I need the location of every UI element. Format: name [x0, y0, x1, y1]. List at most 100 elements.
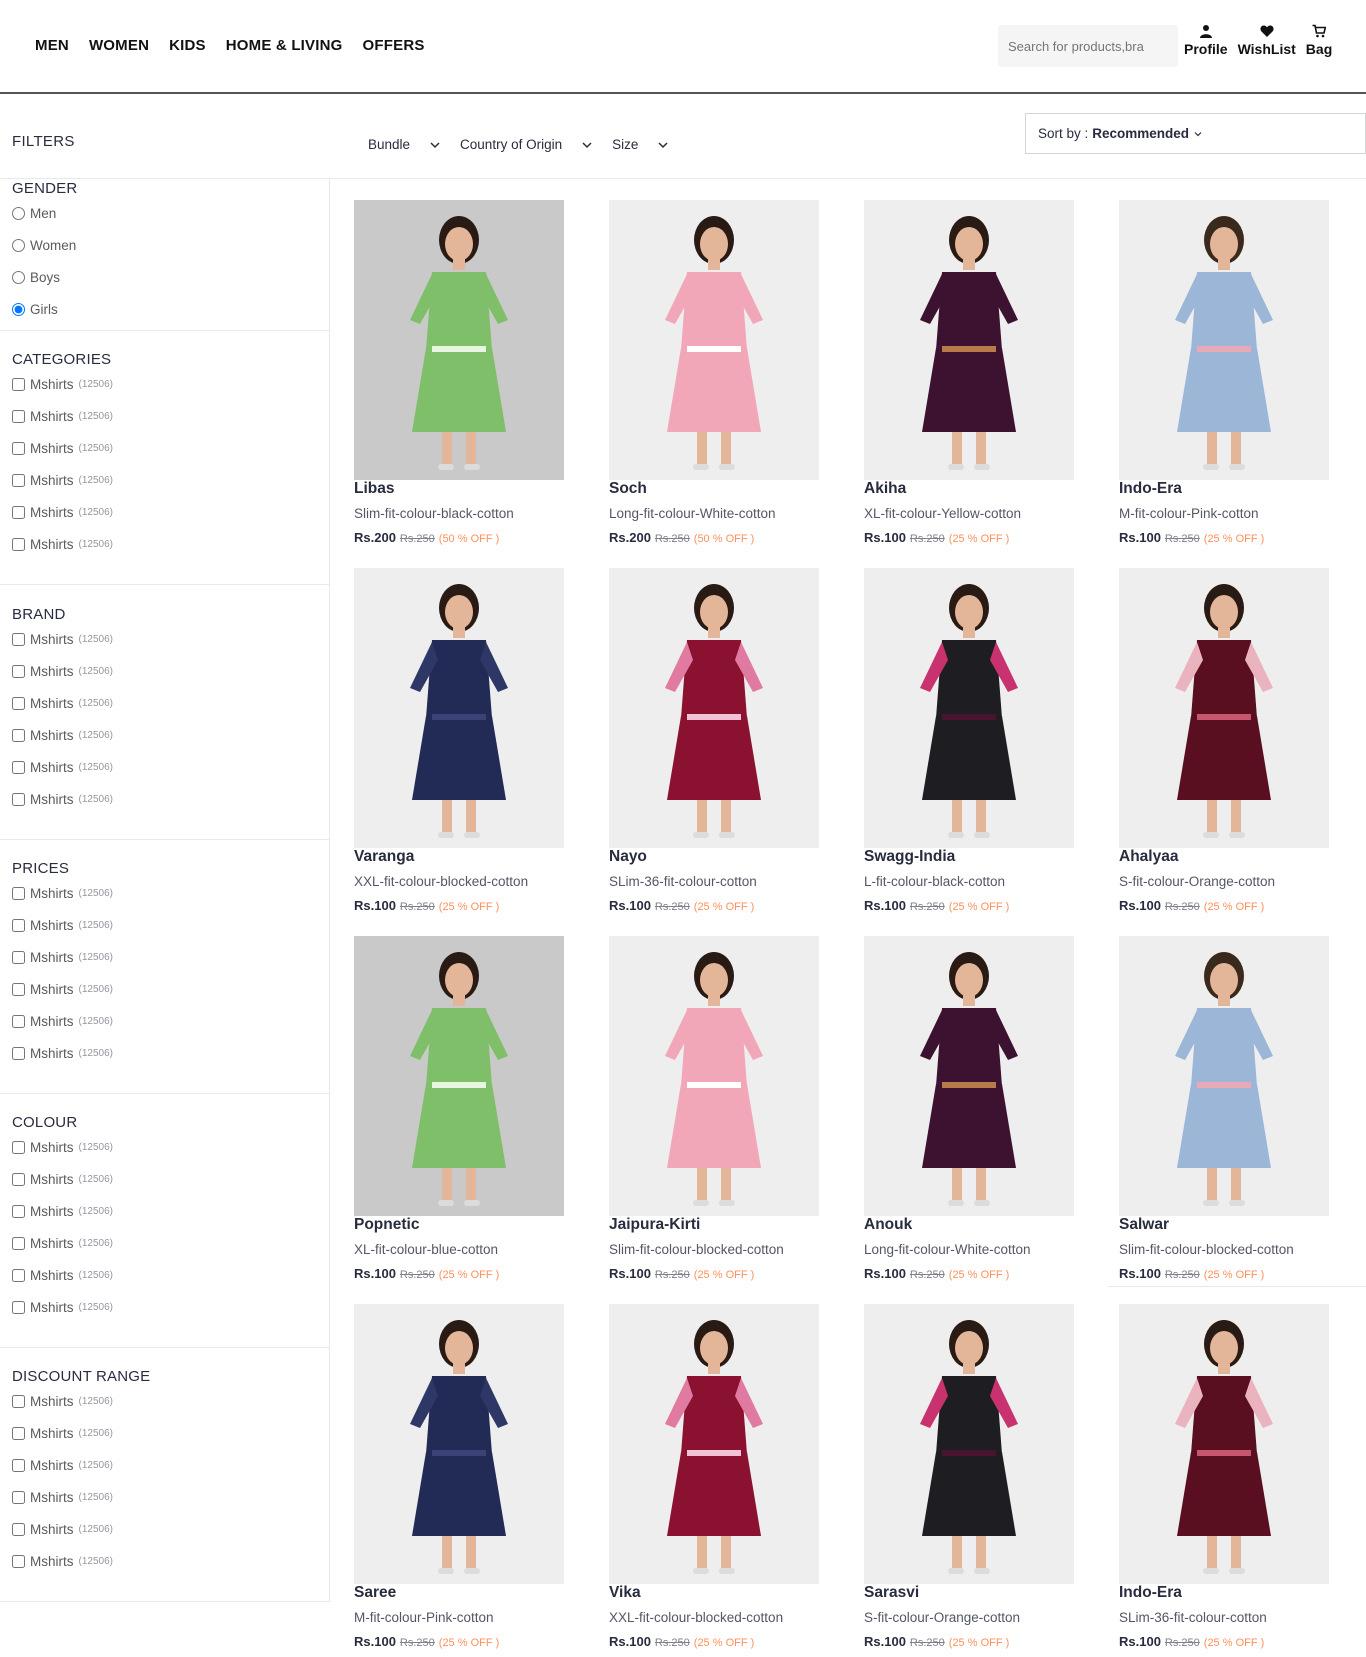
facet-option[interactable]: Mshirts (12506) [12, 1426, 113, 1441]
facet-checkbox[interactable] [12, 1395, 25, 1408]
gender-option-boys[interactable]: Boys [12, 270, 60, 285]
bag-button[interactable]: Bag [1306, 24, 1332, 57]
product-image[interactable] [609, 936, 819, 1216]
facet-checkbox[interactable] [12, 919, 25, 932]
nav-women[interactable]: WOMEN [89, 37, 149, 54]
product-image[interactable] [864, 568, 1074, 848]
product-image[interactable] [864, 200, 1074, 480]
product-card[interactable]: Indo-Era M-fit-colour-Pink-cotton Rs.100 Rs… [1119, 200, 1359, 550]
facet-checkbox[interactable] [12, 378, 25, 391]
facet-checkbox[interactable] [12, 665, 25, 678]
gender-option-girls[interactable]: Girls [12, 302, 58, 317]
search-input[interactable] [1008, 38, 1168, 54]
facet-checkbox[interactable] [12, 1301, 25, 1314]
facet-option[interactable]: Mshirts (12506) [12, 918, 113, 933]
product-card[interactable]: Popnetic XL-fit-colour-blue-cotton Rs.100 R… [354, 936, 594, 1286]
filter-bundle[interactable]: Bundle [368, 137, 442, 152]
facet-checkbox[interactable] [12, 1427, 25, 1440]
profile-button[interactable]: Profile [1184, 24, 1228, 57]
facet-option[interactable]: Mshirts (12506) [12, 505, 113, 520]
facet-checkbox[interactable] [12, 1459, 25, 1472]
product-image[interactable] [354, 568, 564, 848]
gender-option-men[interactable]: Men [12, 206, 56, 221]
facet-option[interactable]: Mshirts (12506) [12, 1014, 113, 1029]
facet-checkbox[interactable] [12, 633, 25, 646]
product-card[interactable]: Soch Long-fit-colour-White-cotton Rs.200 Rs… [609, 200, 849, 550]
facet-checkbox[interactable] [12, 983, 25, 996]
facet-option[interactable]: Mshirts (12506) [12, 537, 113, 552]
facet-option[interactable]: Mshirts (12506) [12, 1172, 113, 1187]
facet-option[interactable]: Mshirts (12506) [12, 950, 113, 965]
product-card[interactable]: Akiha XL-fit-colour-Yellow-cotton Rs.100 Rs… [864, 200, 1104, 550]
facet-option[interactable]: Mshirts (12506) [12, 1522, 113, 1537]
facet-option[interactable]: Mshirts (12506) [12, 377, 113, 392]
facet-option[interactable]: Mshirts (12506) [12, 1140, 113, 1155]
facet-checkbox[interactable] [12, 1205, 25, 1218]
facet-option[interactable]: Mshirts (12506) [12, 664, 113, 679]
facet-checkbox[interactable] [12, 1269, 25, 1282]
facet-checkbox[interactable] [12, 1015, 25, 1028]
product-image[interactable] [864, 936, 1074, 1216]
facet-option[interactable]: Mshirts (12506) [12, 632, 113, 647]
facet-option[interactable]: Mshirts (12506) [12, 886, 113, 901]
facet-option[interactable]: Mshirts (12506) [12, 760, 113, 775]
facet-checkbox[interactable] [12, 442, 25, 455]
sort-dropdown[interactable]: Sort by : Recommended [1025, 113, 1366, 154]
product-image[interactable] [1119, 200, 1329, 480]
radio-boys[interactable] [12, 271, 25, 284]
product-image[interactable] [354, 1304, 564, 1584]
radio-men[interactable] [12, 207, 25, 220]
facet-checkbox[interactable] [12, 506, 25, 519]
facet-option[interactable]: Mshirts (12506) [12, 1300, 113, 1315]
nav-home-living[interactable]: HOME & LIVING [226, 37, 343, 54]
radio-women[interactable] [12, 239, 25, 252]
facet-checkbox[interactable] [12, 951, 25, 964]
facet-option[interactable]: Mshirts (12506) [12, 792, 113, 807]
facet-checkbox[interactable] [12, 410, 25, 423]
filter-country-of-origin[interactable]: Country of Origin [460, 137, 594, 152]
product-image[interactable] [354, 200, 564, 480]
facet-checkbox[interactable] [12, 1237, 25, 1250]
facet-checkbox[interactable] [12, 1555, 25, 1568]
facet-option[interactable]: Mshirts (12506) [12, 728, 113, 743]
product-card[interactable]: Anouk Long-fit-colour-White-cotton Rs.100 R… [864, 936, 1104, 1286]
facet-option[interactable]: Mshirts (12506) [12, 1236, 113, 1251]
filter-size[interactable]: Size [612, 137, 670, 152]
product-card[interactable]: Saree M-fit-colour-Pink-cotton Rs.100 Rs.25… [354, 1304, 594, 1654]
facet-checkbox[interactable] [12, 729, 25, 742]
facet-option[interactable]: Mshirts (12506) [12, 1394, 113, 1409]
gender-option-women[interactable]: Women [12, 238, 76, 253]
facet-checkbox[interactable] [12, 887, 25, 900]
facet-checkbox[interactable] [12, 538, 25, 551]
facet-option[interactable]: Mshirts (12506) [12, 441, 113, 456]
product-card[interactable]: Ahalyaa S-fit-colour-Orange-cotton Rs.100 R… [1119, 568, 1359, 918]
facet-option[interactable]: Mshirts (12506) [12, 1046, 113, 1061]
facet-checkbox[interactable] [12, 1523, 25, 1536]
product-image[interactable] [1119, 936, 1329, 1216]
product-image[interactable] [609, 1304, 819, 1584]
product-image[interactable] [609, 200, 819, 480]
nav-offers[interactable]: OFFERS [363, 37, 425, 54]
product-image[interactable] [864, 1304, 1074, 1584]
product-image[interactable] [354, 936, 564, 1216]
facet-checkbox[interactable] [12, 1047, 25, 1060]
facet-checkbox[interactable] [12, 793, 25, 806]
facet-option[interactable]: Mshirts (12506) [12, 1204, 113, 1219]
wishlist-button[interactable]: WishList [1238, 24, 1296, 57]
facet-option[interactable]: Mshirts (12506) [12, 982, 113, 997]
facet-checkbox[interactable] [12, 1173, 25, 1186]
nav-kids[interactable]: KIDS [169, 37, 206, 54]
radio-girls[interactable] [12, 303, 25, 316]
facet-checkbox[interactable] [12, 1141, 25, 1154]
product-card[interactable]: Swagg-India L-fit-colour-black-cotton Rs.1… [864, 568, 1104, 918]
product-card[interactable]: Indo-Era SLim-36-fit-colour-cotton Rs.100 R… [1119, 1304, 1359, 1654]
facet-checkbox[interactable] [12, 761, 25, 774]
facet-option[interactable]: Mshirts (12506) [12, 473, 113, 488]
facet-option[interactable]: Mshirts (12506) [12, 1268, 113, 1283]
product-card[interactable]: Varanga XXL-fit-colour-blocked-cotton Rs.1… [354, 568, 594, 918]
facet-option[interactable]: Mshirts (12506) [12, 1554, 113, 1569]
product-card[interactable]: Sarasvi S-fit-colour-Orange-cotton Rs.100 R… [864, 1304, 1104, 1654]
facet-option[interactable]: Mshirts (12506) [12, 1490, 113, 1505]
facet-option[interactable]: Mshirts (12506) [12, 1458, 113, 1473]
facet-option[interactable]: Mshirts (12506) [12, 409, 113, 424]
